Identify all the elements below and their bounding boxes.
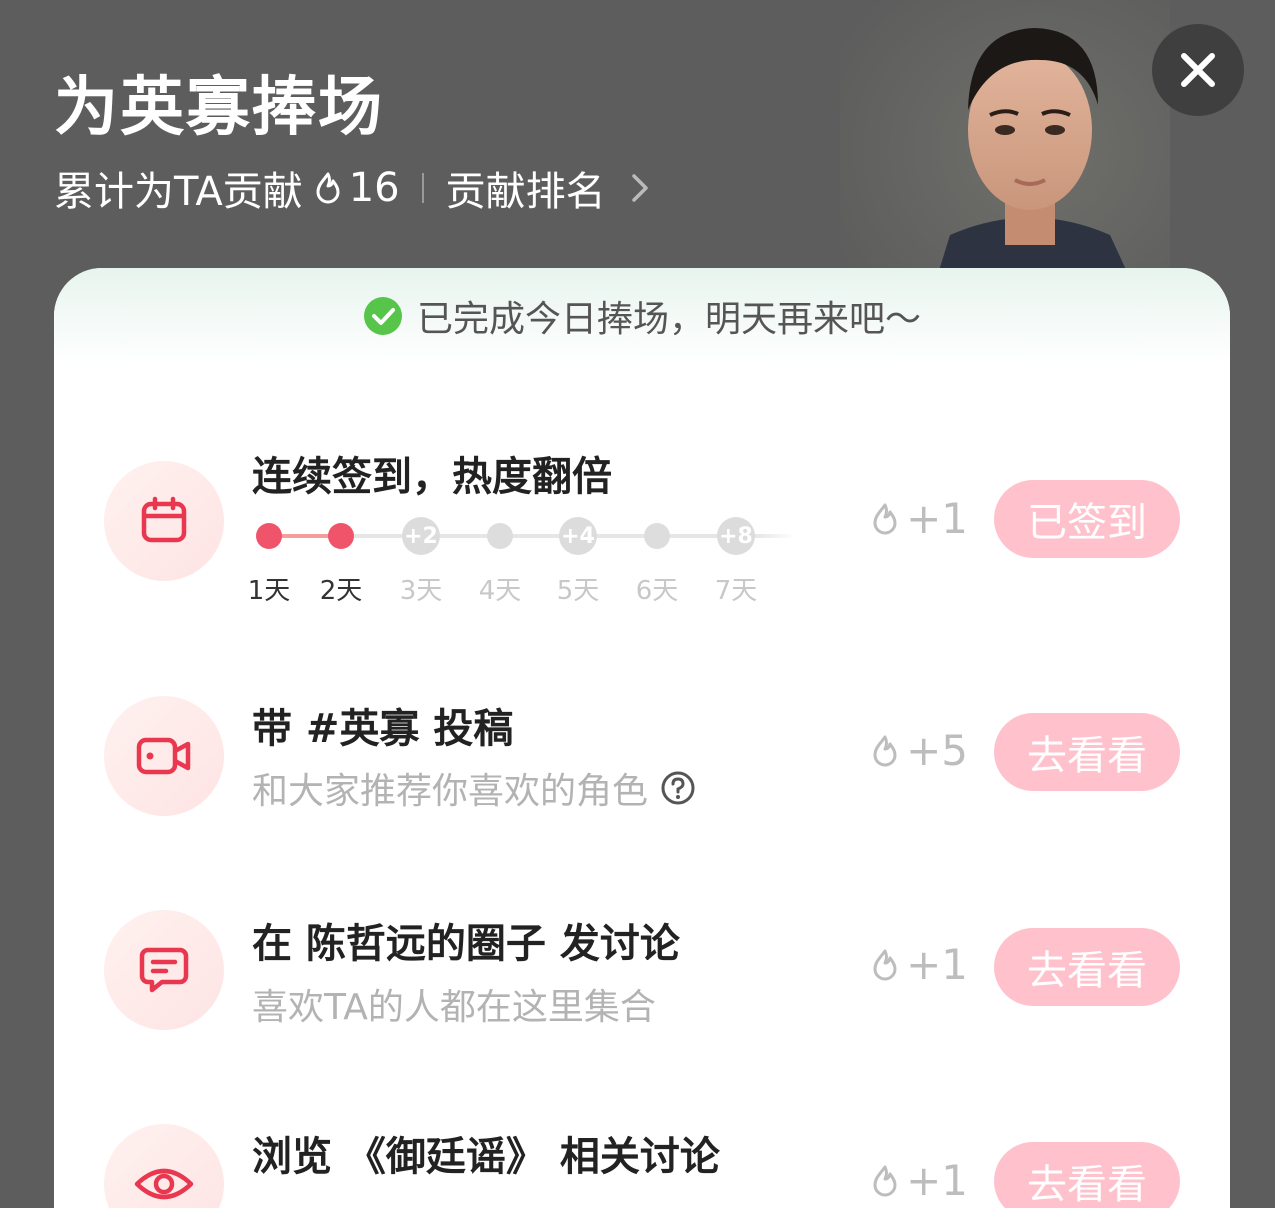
- flame-icon: [873, 503, 897, 534]
- character-portrait: [840, 0, 1170, 300]
- task-description-text: 和大家推荐你喜欢的角色: [252, 771, 649, 812]
- chevron-right-icon: [631, 174, 648, 202]
- task-title: 带 #英寡 投稿: [252, 706, 514, 752]
- contribution-value: 16: [348, 165, 400, 211]
- rank-label: 贡献排名: [445, 169, 606, 215]
- streak-bonus-day-7: +8: [717, 517, 755, 555]
- reward: +1: [870, 494, 968, 543]
- calendar-icon-wrap: [104, 461, 224, 581]
- task-title: 在 陈哲远的圈子 发讨论: [252, 921, 680, 967]
- streak-dot-day-6: [644, 523, 670, 549]
- task-description: 喜欢TA的人都在这里集合: [252, 978, 656, 1030]
- completion-banner: 已完成今日捧场，明天再来吧～: [54, 268, 1230, 364]
- flame-icon: [316, 172, 340, 204]
- reward: +5: [870, 726, 968, 775]
- contribution-summary: 累计为TA贡献 16 贡献排名: [54, 160, 658, 216]
- streak-bonus-day-3: +2: [402, 517, 440, 555]
- task-title: 浏览 《御廷谣》 相关讨论: [252, 1134, 720, 1180]
- flame-icon: [873, 949, 897, 980]
- eye-icon: [134, 1168, 194, 1200]
- streak-dot-day-2: [328, 523, 354, 549]
- close-button[interactable]: [1152, 24, 1244, 116]
- streak-dot-day-4: [487, 523, 513, 549]
- reward: +1: [870, 1156, 968, 1205]
- video-camera-icon: [136, 737, 191, 775]
- chat-icon-wrap: [104, 910, 224, 1030]
- help-icon[interactable]: [660, 770, 696, 806]
- streak-dot-day-1: [256, 523, 282, 549]
- streak-day-label: 3天: [399, 576, 443, 606]
- streak-bonus-day-5: +4: [559, 517, 597, 555]
- go-see-button[interactable]: 去看看: [994, 713, 1180, 791]
- checked-in-button[interactable]: 已签到: [994, 480, 1180, 558]
- streak-day-label: 2天: [319, 576, 363, 606]
- reward-value: +5: [906, 726, 968, 775]
- task-title: 连续签到，热度翻倍: [252, 454, 612, 500]
- calendar-icon: [141, 496, 187, 543]
- divider: [421, 173, 424, 203]
- page-title: 为英寡捧场: [54, 71, 384, 145]
- reward-value: +1: [906, 940, 968, 989]
- streak-day-label: 5天: [556, 576, 600, 606]
- go-see-button[interactable]: 去看看: [994, 928, 1180, 1006]
- streak-day-label: 6天: [635, 576, 679, 606]
- task-card: 已完成今日捧场，明天再来吧～ 连续签到，热度翻倍 +2 +4 +8 1天 2天 …: [54, 268, 1230, 1208]
- contribution-label: 累计为TA贡献: [54, 169, 303, 215]
- flame-icon: [873, 1165, 897, 1196]
- contribution-rank-link[interactable]: 贡献排名: [446, 159, 658, 217]
- eye-icon-wrap: [104, 1124, 224, 1208]
- chat-bubble-icon: [139, 947, 189, 993]
- flame-icon: [873, 735, 897, 766]
- reward-value: +1: [906, 1156, 968, 1205]
- streak-track: +2 +4 +8 1天 2天 3天 4天 5天 6天 7天: [248, 508, 812, 608]
- check-circle-icon: [363, 297, 402, 335]
- task-description-text: 喜欢TA的人都在这里集合: [252, 987, 656, 1028]
- streak-day-label: 1天: [247, 576, 291, 606]
- streak-line-fade: [756, 534, 796, 538]
- completion-text: 已完成今日捧场，明天再来吧～: [416, 299, 921, 340]
- close-icon: [1181, 53, 1215, 87]
- streak-day-label: 4天: [478, 576, 522, 606]
- reward-value: +1: [906, 494, 968, 543]
- go-see-button[interactable]: 去看看: [994, 1142, 1180, 1208]
- streak-day-label: 7天: [714, 576, 758, 606]
- reward: +1: [870, 940, 968, 989]
- video-icon-wrap: [104, 696, 224, 816]
- task-description: 和大家推荐你喜欢的角色: [252, 762, 696, 814]
